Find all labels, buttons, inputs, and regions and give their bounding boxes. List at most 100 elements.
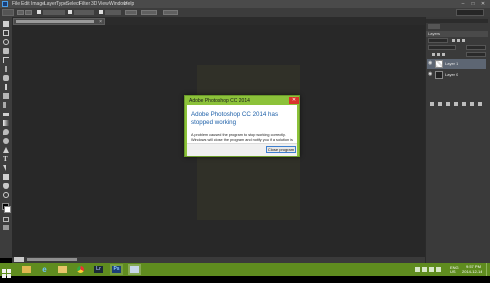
move-tool[interactable] [2,20,10,28]
tray-network-icon[interactable] [422,267,427,272]
lightroom-icon: Lr [94,266,103,273]
healing-brush-tool[interactable] [2,74,10,82]
options-button-1[interactable] [125,10,137,15]
maximize-button[interactable]: □ [468,1,478,7]
sample-all-layers-checkbox[interactable] [37,10,41,14]
current-tool-preset[interactable] [2,9,14,16]
lock-position-icon[interactable] [442,53,445,56]
layer-style-icon[interactable] [438,102,442,106]
blend-row [428,45,486,50]
menu-help[interactable]: Help [124,1,134,7]
close-window-button[interactable]: ✕ [478,1,488,7]
filter-adjust-icon[interactable] [457,39,460,42]
taskbar-file-manager[interactable] [56,264,69,275]
history-brush-icon [3,102,6,108]
filter-pixel-icon[interactable] [452,39,455,42]
visibility-eye-icon[interactable]: ◉ [428,72,433,77]
document-info[interactable] [27,258,77,261]
clock-date[interactable]: 2014-12-14 [462,270,482,274]
minimize-button[interactable]: – [458,1,468,7]
marquee-tool[interactable] [2,29,10,37]
menu-3d[interactable]: 3D [91,1,97,7]
clock-time[interactable]: 9:57 PM [466,265,481,269]
layer-row-layer-1[interactable]: ◉ Layer 1 [427,59,486,69]
options-button-2[interactable] [141,10,157,15]
tray-battery-icon[interactable] [436,267,441,272]
brush-tool[interactable] [2,83,10,91]
history-brush-tool[interactable] [2,101,10,109]
link-layers-icon[interactable] [430,102,434,106]
new-group-icon[interactable] [462,102,466,106]
layer-mask-icon[interactable] [446,102,450,106]
menu-edit[interactable]: Edit [21,1,30,7]
new-layer-icon[interactable] [470,102,474,106]
layer-name[interactable]: Layer 1 [445,61,458,67]
opacity-field[interactable] [466,45,486,50]
taskbar-internet-explorer[interactable]: e [38,264,51,275]
taskbar-photoshop[interactable]: Ps [110,264,123,275]
crop-icon [3,57,9,63]
filter-type-icon[interactable] [462,39,465,42]
visibility-eye-icon[interactable]: ◉ [428,61,433,66]
tray-flag-icon[interactable] [415,267,420,272]
type-tool[interactable]: T [2,155,10,163]
gradient-tool[interactable] [2,119,10,127]
options-button-3[interactable] [163,10,178,15]
dialog-close-button[interactable]: ✕ [289,97,299,104]
third-checkbox[interactable] [99,10,103,14]
gradient-icon [3,120,9,126]
close-program-button[interactable]: Close program [266,146,296,153]
document-tab[interactable]: × [13,18,105,25]
crop-tool[interactable] [2,56,10,64]
adjustment-layer-icon[interactable] [454,102,458,106]
zoom-tool[interactable] [2,191,10,199]
delete-layer-icon[interactable] [478,102,482,106]
eraser-tool[interactable] [2,110,10,118]
taskbar-file-explorer[interactable] [20,264,33,275]
menu-select[interactable]: Select [66,1,80,7]
fill-field[interactable] [466,52,486,57]
blur-tool[interactable] [2,128,10,136]
rectangle-shape-icon [3,174,9,180]
dodge-tool[interactable] [2,137,10,145]
taskbar-tool-app[interactable] [128,264,141,275]
new-selection-button[interactable] [17,10,24,15]
menu-view[interactable]: View [98,1,109,7]
auto-enhance-checkbox[interactable] [68,10,72,14]
shape-tool[interactable] [2,173,10,181]
quick-mask-icon[interactable] [3,217,9,222]
zoom-level-field[interactable] [14,257,24,262]
layer-name[interactable]: Layer 0 [445,72,458,78]
layer-row-layer-0[interactable]: ◉ Layer 0 [427,70,486,80]
lasso-tool[interactable] [2,38,10,46]
lock-transparent-icon[interactable] [432,53,435,56]
windows-logo-icon [2,269,11,278]
workspace-switcher[interactable] [456,9,484,16]
eyedropper-tool[interactable] [2,65,10,73]
path-select-tool[interactable] [2,164,10,172]
menu-image[interactable]: Image [31,1,45,7]
clone-stamp-tool[interactable] [2,92,10,100]
screen-mode-icon[interactable] [3,225,9,230]
quick-select-tool[interactable] [2,47,10,55]
layers-panel-header[interactable]: Layers [426,31,488,37]
menu-file[interactable]: File [12,1,20,7]
taskbar-chrome[interactable] [74,264,87,275]
pen-tool[interactable] [2,146,10,154]
input-language-region[interactable]: US [450,270,456,274]
hand-tool[interactable] [2,182,10,190]
start-button[interactable] [2,265,11,278]
taskbar-lightroom[interactable]: Lr [92,264,105,275]
menu-layer[interactable]: Layer [44,1,57,7]
add-to-selection-button[interactable] [25,10,32,15]
show-desktop-button[interactable] [486,263,490,276]
background-color-swatch[interactable] [4,206,11,213]
hand-icon [3,183,9,189]
lock-image-icon[interactable] [437,53,440,56]
menu-filter[interactable]: Filter [79,1,90,7]
layer-filter-kind[interactable] [428,38,448,43]
blend-mode-select[interactable] [428,45,456,50]
panel-icon-button[interactable] [428,24,440,29]
tool-icon [130,266,139,273]
tray-volume-icon[interactable] [429,267,434,272]
